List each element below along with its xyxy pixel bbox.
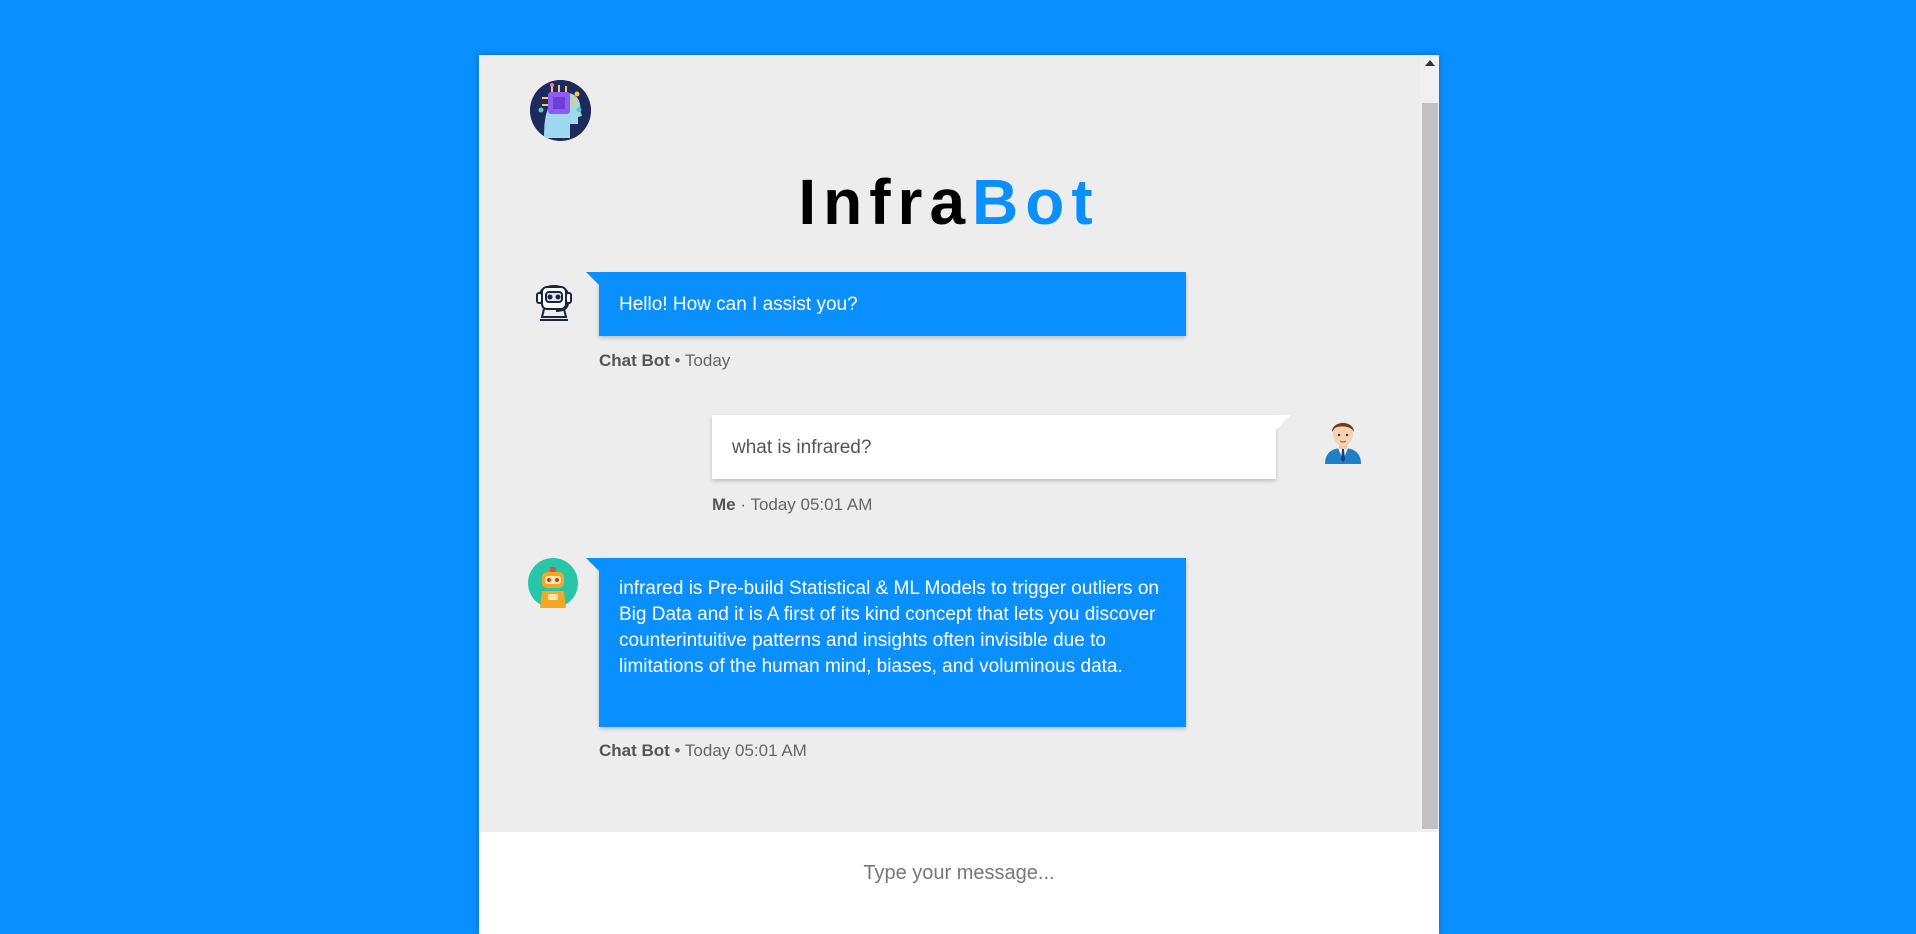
chat-window: InfraBot Hello! How can I assist you? Ch… <box>479 55 1439 934</box>
app-title-part2: Bot <box>972 166 1100 238</box>
message-bubble: infrared is Pre-build Statistical & ML M… <box>586 558 1186 727</box>
message-bubble: what is infrared? <box>712 415 1291 479</box>
message-sender: Chat Bot <box>599 351 670 370</box>
scroll-up-arrow-icon[interactable] <box>1425 60 1435 66</box>
scrollbar-thumb[interactable] <box>1422 103 1438 829</box>
message-scroll-area[interactable]: InfraBot Hello! How can I assist you? Ch… <box>479 55 1439 832</box>
orange-robot-icon <box>528 558 578 608</box>
message-input[interactable] <box>479 832 1439 934</box>
message-meta: Me · Today 05:01 AM <box>712 495 872 515</box>
message-sender: Chat Bot <box>599 741 670 760</box>
message-time: Today <box>684 351 731 370</box>
app-title-part1: Infra <box>798 166 973 238</box>
vertical-scrollbar[interactable] <box>1420 55 1439 832</box>
meta-separator: • <box>669 351 685 370</box>
message-input-bar <box>479 832 1439 934</box>
robot-headset-icon <box>532 275 582 325</box>
meta-separator: • <box>669 741 685 760</box>
meta-separator: · <box>735 495 751 514</box>
ai-brain-logo-icon <box>530 80 591 141</box>
message-time: Today 05:01 AM <box>750 495 873 514</box>
message-bubble: Hello! How can I assist you? <box>586 272 1186 336</box>
message-meta: Chat Bot • Today <box>599 351 730 371</box>
message-time: Today 05:01 AM <box>684 741 807 760</box>
businessman-icon <box>1321 416 1365 464</box>
message-meta: Chat Bot • Today 05:01 AM <box>599 741 807 761</box>
app-title: InfraBot <box>479 165 1419 239</box>
message-sender: Me <box>712 495 736 514</box>
